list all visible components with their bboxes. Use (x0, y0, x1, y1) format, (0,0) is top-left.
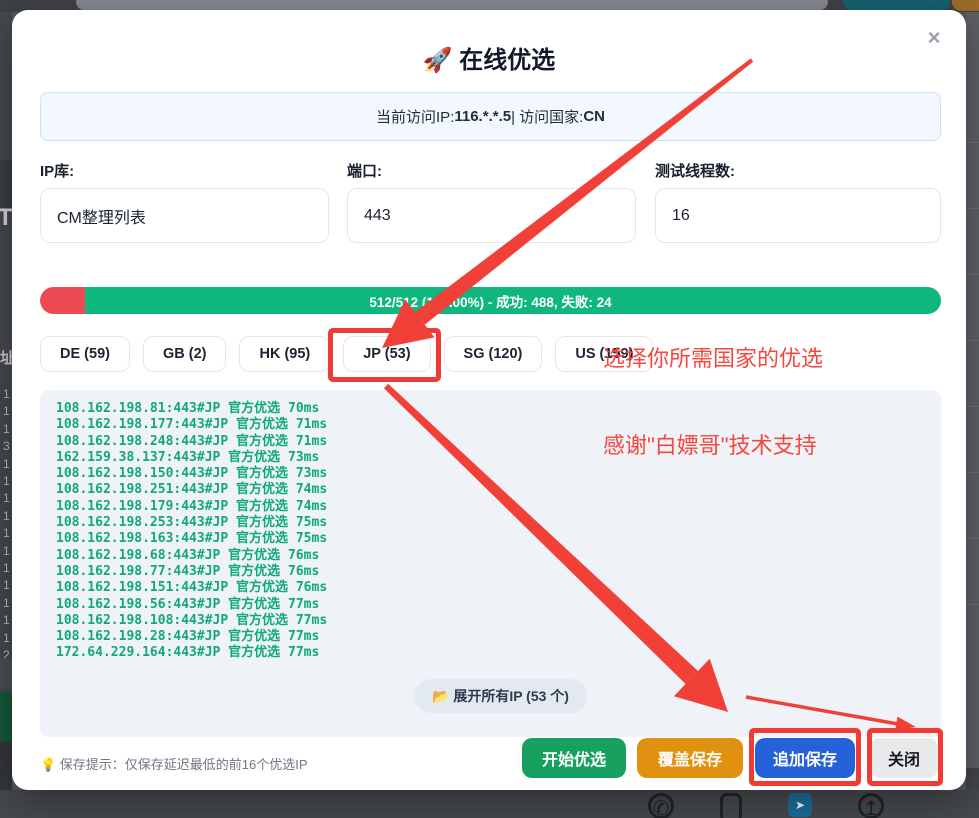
background-green-block (0, 692, 12, 742)
background-row-line (966, 472, 979, 473)
background-digit: 1 (3, 421, 10, 438)
background-digit: 1 (3, 508, 10, 525)
country-button-hk[interactable]: HK (95) (239, 336, 330, 372)
ip-library-field: IP库: (40, 160, 329, 243)
background-digit: 1 (3, 490, 10, 507)
background-search-bar (76, 0, 828, 10)
result-line: 108.162.198.179:443#JP 官方优选 74ms (56, 499, 941, 515)
background-dark-rows (0, 742, 12, 790)
port-label: 端口: (347, 160, 636, 181)
arrow-up-icon: ↥ (858, 793, 884, 818)
result-line: 108.162.198.163:443#JP 官方优选 75ms (56, 531, 941, 547)
phone-icon: ✆ (648, 793, 674, 818)
device-icon (720, 793, 742, 818)
thread-count-label: 测试线程数: (655, 160, 941, 181)
current-country-value: CN (583, 108, 605, 125)
background-digit: 1 (3, 612, 10, 629)
port-input[interactable] (347, 188, 636, 243)
background-digit: 1 (3, 560, 10, 577)
online-select-modal: × 🚀 在线优选 当前访问IP: 116.*.*.5 | 访问国家: CN IP… (12, 10, 966, 790)
background-digit: 1 (3, 630, 10, 647)
background-digit: 3 (3, 438, 10, 455)
background-footer-icons: ✆ ➤ ↥ (648, 793, 884, 818)
result-line: 108.162.198.28:443#JP 官方优选 77ms (56, 629, 941, 645)
background-row-line (966, 340, 979, 341)
ip-library-label: IP库: (40, 160, 329, 181)
save-hint: 💡 保存提示：仅保存延迟最低的前16个优选IP (40, 754, 308, 773)
background-digit: 1 (3, 525, 10, 542)
background-orange-button (952, 0, 979, 11)
background-digit: 1 (3, 543, 10, 560)
result-line: 108.162.198.253:443#JP 官方优选 75ms (56, 515, 941, 531)
result-line: 108.162.198.68:443#JP 官方优选 76ms (56, 548, 941, 564)
progress-bar: 512/512 (100.00%) - 成功: 488, 失败: 24 (40, 287, 941, 314)
expand-all-ip-button[interactable]: 📂 展开所有IP (53 个) (414, 679, 587, 713)
country-button-sg[interactable]: SG (120) (444, 336, 543, 372)
append-save-button[interactable]: 追加保存 (755, 738, 855, 778)
country-button-gb[interactable]: GB (2) (143, 336, 227, 372)
background-ip-digits: 1113111111111112 (3, 386, 10, 665)
background-row-line (966, 406, 979, 407)
background-row-line (966, 604, 979, 605)
progress-label: 512/512 (100.00%) - 成功: 488, 失败: 24 (40, 287, 941, 314)
result-line: 108.162.198.108:443#JP 官方优选 77ms (56, 613, 941, 629)
background-row-line (966, 208, 979, 209)
background-row-line (966, 274, 979, 275)
background-digit: 1 (3, 577, 10, 594)
background-digit: 1 (3, 386, 10, 403)
result-line: 108.162.198.251:443#JP 官方优选 74ms (56, 482, 941, 498)
ip-library-select[interactable] (40, 188, 329, 243)
background-digit: 1 (3, 595, 10, 612)
close-button[interactable]: 关闭 (870, 738, 938, 778)
background-left-dark-band (0, 160, 12, 208)
background-digit: 1 (3, 473, 10, 490)
screenshot-stage: Ti 址 1113111111111112 ✆ ➤ ↥ × 🚀 在线优 (0, 0, 979, 818)
result-line: 108.162.198.150:443#JP 官方优选 73ms (56, 466, 941, 482)
start-select-button[interactable]: 开始优选 (522, 738, 626, 778)
country-button-jp[interactable]: JP (53) (343, 336, 430, 372)
current-ip-banner: 当前访问IP: 116.*.*.5 | 访问国家: CN (40, 92, 941, 141)
background-digit: 1 (3, 403, 10, 420)
result-line: 108.162.198.56:443#JP 官方优选 77ms (56, 597, 941, 613)
background-row-line (966, 538, 979, 539)
overwrite-save-button[interactable]: 覆盖保存 (637, 738, 743, 778)
background-row-line (966, 142, 979, 143)
modal-title: 🚀 在线优选 (12, 40, 966, 75)
country-button-jp-wrap: JP (53) (343, 336, 430, 372)
current-ip-value: 116.*.*.5 (454, 108, 511, 125)
result-line: 108.162.198.151:443#JP 官方优选 76ms (56, 580, 941, 596)
ip-banner-separator: | 访问国家: (511, 106, 583, 127)
port-field: 端口: (347, 160, 636, 243)
background-row-highlight (0, 658, 12, 688)
ip-banner-prefix: 当前访问IP: (376, 106, 454, 127)
result-line: 172.64.229.164:443#JP 官方优选 77ms (56, 645, 941, 661)
result-line: 108.162.198.81:443#JP 官方优选 70ms (56, 401, 941, 417)
country-buttons-row: DE (59) GB (2) HK (95) JP (53) SG (120) … (40, 336, 653, 372)
result-line: 108.162.198.77:443#JP 官方优选 76ms (56, 564, 941, 580)
country-button-de[interactable]: DE (59) (40, 336, 130, 372)
background-right-strip (966, 12, 979, 818)
annotation-select-country: 选择你所需国家的优选 (603, 341, 823, 373)
thread-count-input[interactable] (655, 188, 941, 243)
annotation-credit: 感谢"白嫖哥"技术支持 (603, 428, 817, 460)
telegram-icon: ➤ (788, 793, 812, 817)
background-digit: 1 (3, 456, 10, 473)
thread-count-field: 测试线程数: (655, 160, 941, 243)
